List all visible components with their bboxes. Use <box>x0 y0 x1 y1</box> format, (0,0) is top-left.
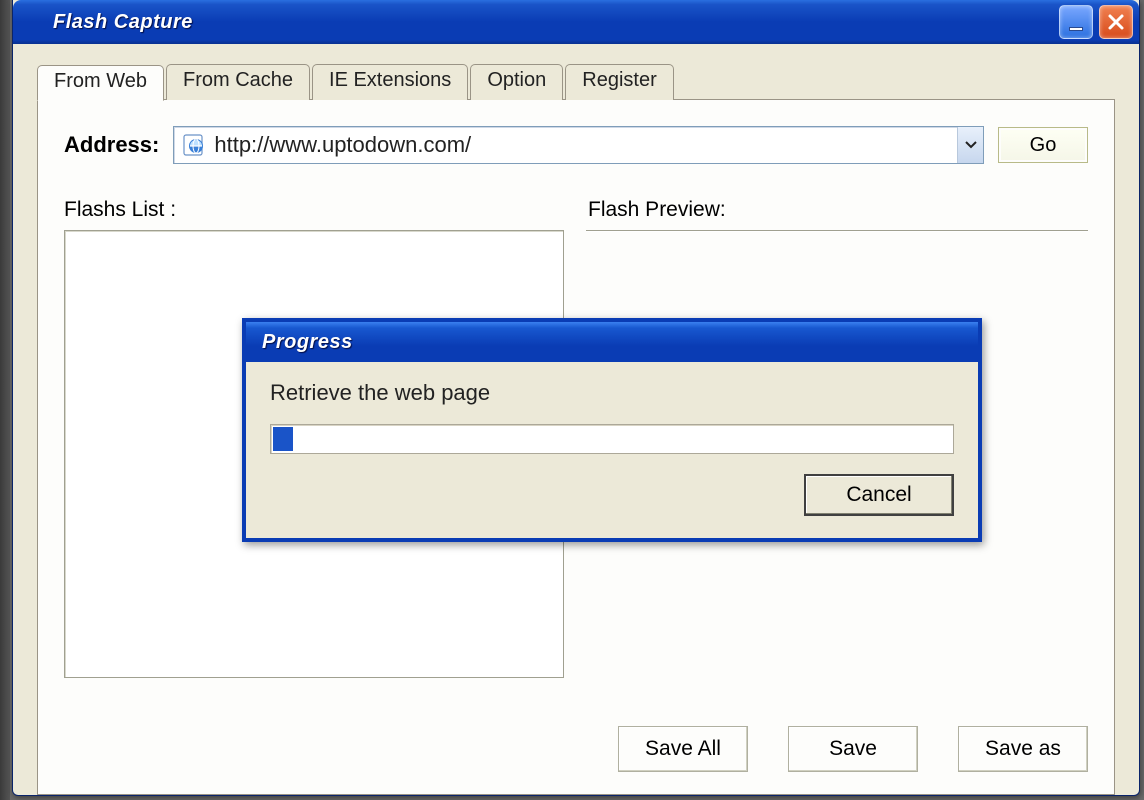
progress-bar <box>270 424 954 454</box>
flash-preview-label: Flash Preview: <box>588 198 1088 222</box>
cancel-button[interactable]: Cancel <box>804 474 954 516</box>
progress-dialog-title[interactable]: Progress <box>246 322 978 362</box>
tab-bar: From Web From Cache IE Extensions Option… <box>37 64 1115 100</box>
address-row: Address: http://www.uptodown.com/ <box>64 126 1088 164</box>
tab-option[interactable]: Option <box>470 64 563 100</box>
progress-message: Retrieve the web page <box>270 380 954 406</box>
close-icon <box>1107 13 1125 31</box>
save-button[interactable]: Save <box>788 726 918 772</box>
progress-dialog-buttons: Cancel <box>270 474 954 516</box>
left-edge-shadow <box>0 0 10 800</box>
progress-fill <box>273 427 293 451</box>
progress-dialog: Progress Retrieve the web page Cancel <box>242 318 982 542</box>
address-value: http://www.uptodown.com/ <box>214 132 957 158</box>
address-combobox[interactable]: http://www.uptodown.com/ <box>173 126 984 164</box>
progress-dialog-body: Retrieve the web page Cancel <box>246 362 978 538</box>
client-area: From Web From Cache IE Extensions Option… <box>13 44 1139 795</box>
go-button[interactable]: Go <box>998 127 1088 163</box>
ie-page-icon <box>180 131 208 159</box>
close-button[interactable] <box>1099 5 1133 39</box>
minimize-button[interactable] <box>1059 5 1093 39</box>
save-as-button[interactable]: Save as <box>958 726 1088 772</box>
minimize-icon <box>1069 27 1083 31</box>
flashs-list-label: Flashs List : <box>64 198 564 222</box>
address-label: Address: <box>64 132 159 158</box>
tab-register[interactable]: Register <box>565 64 673 100</box>
tab-pane-from-web: Address: http://www.uptodown.com/ <box>37 99 1115 795</box>
save-all-button[interactable]: Save All <box>618 726 748 772</box>
chevron-down-icon <box>965 141 977 149</box>
main-window: Flash Capture From Web From Cache IE Ext… <box>12 0 1140 796</box>
titlebar[interactable]: Flash Capture <box>13 0 1139 44</box>
tab-from-web[interactable]: From Web <box>37 65 164 101</box>
address-dropdown-button[interactable] <box>957 127 983 163</box>
tab-from-cache[interactable]: From Cache <box>166 64 310 100</box>
tab-ie-extensions[interactable]: IE Extensions <box>312 64 468 100</box>
titlebar-buttons <box>1059 5 1133 39</box>
button-row: Save All Save Save as <box>618 726 1088 772</box>
window-title: Flash Capture <box>53 11 1059 34</box>
